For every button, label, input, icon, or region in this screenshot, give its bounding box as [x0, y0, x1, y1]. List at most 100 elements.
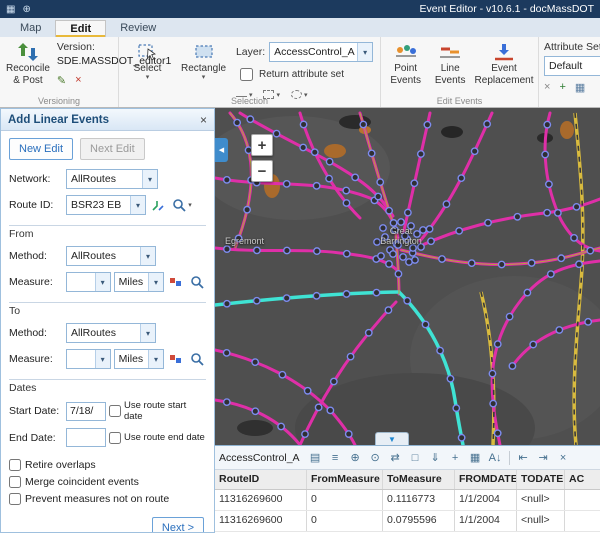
app-icon[interactable]: ▦	[6, 4, 15, 15]
rectangle-tool-button[interactable]: Rectangle ▾	[177, 40, 230, 100]
from-method-combo[interactable]: AllRoutes	[66, 246, 156, 266]
zoom-to-route-icon[interactable]: ▾	[170, 196, 194, 214]
use-route-start-date-checkbox[interactable]	[109, 405, 121, 417]
column-header[interactable]: AC	[565, 470, 600, 489]
table-cell: <null>	[517, 511, 565, 531]
panel-title: Add Linear Events	[8, 114, 109, 126]
route-id-combo[interactable]: BSR23 EB	[66, 195, 146, 215]
first-record-icon[interactable]: ⇤	[514, 449, 533, 467]
retire-overlaps-checkbox[interactable]	[9, 459, 21, 471]
ribbon-tabstrip: Map Edit Review	[0, 18, 600, 37]
table-cell: 0.1116773	[383, 490, 455, 510]
add-record-icon[interactable]: +	[446, 449, 465, 467]
to-measure-picker-icon[interactable]	[167, 350, 185, 368]
column-header[interactable]: ToMeasure	[383, 470, 455, 489]
point-events-button[interactable]: Point Events	[386, 40, 425, 87]
switch-selection-icon[interactable]: ⇄	[386, 449, 405, 467]
list-icon[interactable]: ≡	[326, 449, 345, 467]
map-graphic	[215, 108, 600, 445]
to-method-combo[interactable]: AllRoutes	[66, 323, 156, 343]
clear-selection-icon[interactable]: □	[406, 449, 425, 467]
from-units-combo[interactable]: Miles	[114, 272, 164, 292]
ribbon: Reconcile & Post Version: SDE.MASSDOT_ed…	[0, 37, 600, 108]
expand-table-icon[interactable]: ▼	[375, 432, 409, 445]
table-cell: <null>	[517, 490, 565, 510]
table-row[interactable]: 1131626960000.11167731/1/2004<null>	[215, 490, 600, 511]
attribute-set-table-icon[interactable]: ▦	[575, 81, 585, 94]
rectangle-dropdown-arrow[interactable]: ▾	[202, 75, 206, 81]
column-header[interactable]: FROMDATE	[455, 470, 517, 489]
zoom-to-selection-icon[interactable]: ⊕	[346, 449, 365, 467]
close-table-icon[interactable]: ×	[554, 449, 573, 467]
attribute-set-add-icon[interactable]: +	[559, 81, 565, 94]
merge-coincident-events-checkbox[interactable]	[9, 476, 21, 488]
attribute-set-label: Attribute Set:	[544, 41, 600, 53]
column-header[interactable]: FromMeasure	[307, 470, 383, 489]
map[interactable]: Egremont Great Barrington ◀ + − ▼	[215, 108, 600, 445]
collapse-panel-icon[interactable]: ◀	[215, 138, 228, 162]
event-replacement-icon	[492, 41, 516, 63]
group-label-selection: Selection	[119, 96, 380, 106]
panel-body: New Edit Next Edit Network: AllRoutes Ro…	[1, 131, 214, 532]
table-cell: 1/1/2004	[455, 511, 517, 531]
to-method-label: Method:	[9, 327, 63, 339]
to-units-combo[interactable]: Miles	[114, 349, 164, 369]
group-versioning: Reconcile & Post Version: SDE.MASSDOT_ed…	[0, 37, 118, 107]
network-combo[interactable]: AllRoutes	[66, 169, 158, 189]
prevent-measures-checkbox[interactable]	[9, 493, 21, 505]
table-cell: 1/1/2004	[455, 490, 517, 510]
from-method-label: Method:	[9, 250, 63, 262]
pan-to-selection-icon[interactable]: ⊙	[366, 449, 385, 467]
start-date-input[interactable]	[66, 402, 106, 421]
next-button[interactable]: Next >	[152, 517, 204, 532]
edit-version-icon[interactable]: ✎	[57, 74, 66, 87]
select-dropdown-arrow[interactable]: ▾	[146, 75, 150, 81]
related-records-icon[interactable]: ▤	[306, 449, 325, 467]
return-attribute-set-checkbox[interactable]	[240, 68, 253, 81]
export-records-icon[interactable]: ⇓	[426, 449, 445, 467]
reconcile-post-button[interactable]: Reconcile & Post	[5, 40, 51, 87]
zoom-in-button[interactable]: +	[251, 134, 273, 156]
attribute-set-clear-icon[interactable]: ×	[544, 81, 550, 94]
group-label-edit-events: Edit Events	[381, 96, 538, 106]
town-label-great-barrington: Great Barrington	[371, 226, 431, 247]
end-date-input[interactable]	[66, 428, 106, 447]
use-route-end-date-checkbox[interactable]	[109, 432, 121, 444]
group-label-versioning: Versioning	[0, 96, 118, 106]
new-edit-button[interactable]: New Edit	[9, 138, 73, 160]
end-date-label: End Date:	[9, 432, 63, 444]
table-cell: 11316269600	[215, 490, 307, 510]
tab-review[interactable]: Review	[106, 20, 170, 37]
select-tool-button[interactable]: Select ▾	[124, 40, 171, 100]
column-header[interactable]: TODATE	[517, 470, 565, 489]
zoom-out-button[interactable]: −	[251, 160, 273, 182]
line-events-button[interactable]: Line Events	[431, 40, 469, 87]
from-measure-combo[interactable]	[66, 272, 111, 292]
tab-edit[interactable]: Edit	[55, 20, 106, 37]
table-layer-name: AccessControl_A	[219, 452, 300, 464]
event-replacement-button[interactable]: Event Replacement	[475, 40, 533, 87]
route-id-label: Route ID:	[9, 199, 63, 211]
attribute-set-combo[interactable]: Default	[544, 56, 600, 76]
from-zoom-icon[interactable]	[188, 273, 206, 291]
panel-close-icon[interactable]: ×	[200, 113, 207, 127]
table-cell: 0	[307, 511, 383, 531]
to-measure-combo[interactable]	[66, 349, 111, 369]
globe-icon[interactable]: ⊕	[22, 4, 30, 15]
tab-map[interactable]: Map	[6, 20, 55, 37]
grid-view-icon[interactable]: ▦	[466, 449, 485, 467]
table-row[interactable]: 1131626960000.07955961/1/2004<null>	[215, 511, 600, 532]
sort-icon[interactable]: A↓	[486, 449, 505, 467]
delete-version-icon[interactable]: ×	[75, 74, 81, 87]
last-record-icon[interactable]: ⇥	[534, 449, 553, 467]
next-edit-button: Next Edit	[80, 138, 145, 160]
to-section-label: To	[9, 302, 206, 317]
from-measure-picker-icon[interactable]	[167, 273, 185, 291]
column-header[interactable]: RouteID	[215, 470, 307, 489]
to-measure-label: Measure:	[9, 353, 63, 365]
layer-combo[interactable]: AccessControl_A	[269, 42, 373, 62]
town-label-egremont: Egremont	[225, 236, 264, 246]
to-zoom-icon[interactable]	[188, 350, 206, 368]
table-cell: 0.0795596	[383, 511, 455, 531]
pick-route-icon[interactable]	[149, 196, 167, 214]
